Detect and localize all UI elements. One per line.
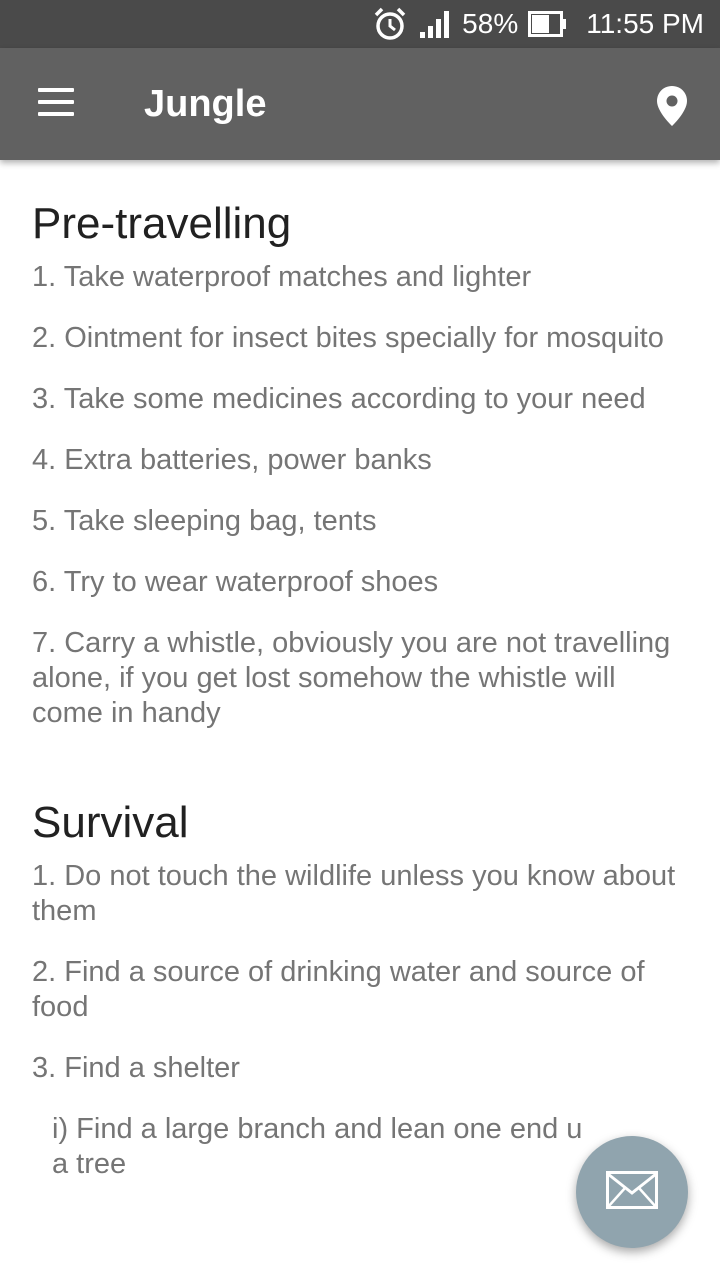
list-item: 1. Do not touch the wildlife unless you … bbox=[32, 860, 676, 927]
list-item: 6. Try to wear waterproof shoes bbox=[32, 566, 439, 598]
battery-icon bbox=[528, 11, 568, 37]
location-pin-icon[interactable] bbox=[654, 84, 690, 128]
tip-list: 1. Do not touch the wildlife unless you … bbox=[32, 859, 688, 1182]
section-pre-travelling: Pre-travelling 1. Take waterproof matche… bbox=[32, 196, 688, 731]
content-area[interactable]: Pre-travelling 1. Take waterproof matche… bbox=[0, 160, 720, 1280]
list-item: 3. Take some medicines according to your… bbox=[32, 383, 646, 415]
clock: 11:55 PM bbox=[586, 8, 704, 39]
signal-icon bbox=[418, 8, 452, 40]
list-item: 7. Carry a whistle, obviously you are no… bbox=[32, 627, 671, 729]
app-bar: Jungle bbox=[0, 48, 720, 160]
tip-list: 1. Take waterproof matches and lighter 2… bbox=[32, 260, 688, 731]
list-item: 2. Ointment for insect bites specially f… bbox=[32, 322, 664, 354]
list-item: 3. Find a shelter bbox=[32, 1052, 240, 1084]
mail-icon bbox=[606, 1170, 658, 1214]
sub-item-line: i) Find a large branch and lean one end … bbox=[52, 1113, 583, 1145]
menu-icon[interactable] bbox=[36, 88, 76, 120]
alarm-icon bbox=[372, 6, 408, 42]
status-bar: 58% 11:55 PM bbox=[0, 0, 720, 48]
list-item: 4. Extra batteries, power banks bbox=[32, 444, 432, 476]
sub-item-line: a tree bbox=[52, 1148, 127, 1180]
list-item: 5. Take sleeping bag, tents bbox=[32, 505, 377, 537]
page-title: Jungle bbox=[144, 83, 267, 125]
section-survival: Survival 1. Do not touch the wildlife un… bbox=[32, 795, 688, 1182]
section-title: Survival bbox=[32, 798, 189, 847]
email-fab-button[interactable] bbox=[576, 1136, 688, 1248]
battery-percent: 58% bbox=[462, 8, 519, 39]
list-item: 1. Take waterproof matches and lighter bbox=[32, 261, 532, 293]
list-item: 2. Find a source of drinking water and s… bbox=[32, 956, 645, 1023]
section-title: Pre-travelling bbox=[32, 199, 292, 248]
